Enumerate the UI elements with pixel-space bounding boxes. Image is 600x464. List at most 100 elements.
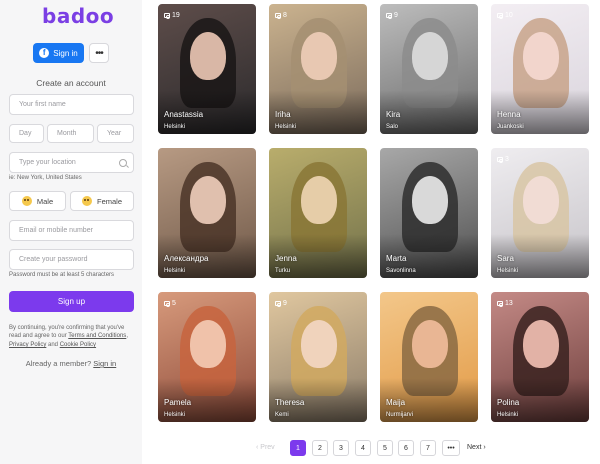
photo-count: 9 [275, 300, 287, 307]
photo-count-label: 9 [283, 300, 287, 307]
profile-city: Helsinki [164, 268, 186, 274]
password-hint: Password must be at least 5 characters [9, 272, 115, 278]
photo-count-label: 3 [505, 156, 509, 163]
profile-card[interactable]: Marta Savonlinna [380, 148, 478, 278]
email-field[interactable]: Email or mobile number [9, 220, 134, 241]
photo-count-label: 9 [394, 12, 398, 19]
photo-count: 19 [164, 12, 180, 19]
camera-icon [497, 157, 503, 163]
profile-city: Salo [386, 124, 399, 130]
pagination: ‹ Prev 1 2 3 4 5 6 7 ••• Next › [0, 440, 600, 456]
more-pages-button[interactable]: ••• [442, 440, 460, 456]
profile-name: Kira [386, 110, 401, 119]
profile-city: Helsinki [497, 412, 519, 418]
profile-name: Theresa [275, 398, 305, 407]
facebook-sign-in-label: Sign in [53, 48, 78, 58]
photo-count-label: 19 [172, 12, 180, 19]
legal-text: By continuing, you're confirming that yo… [9, 324, 137, 349]
profile-city: Turku [275, 268, 291, 274]
prev-label: Prev [260, 444, 275, 451]
location-hint: ie: New York, United States [9, 175, 82, 181]
signup-button[interactable]: Sign up [9, 291, 134, 312]
terms-link[interactable]: Terms and Conditions [68, 333, 126, 339]
profile-name: Pamela [164, 398, 192, 407]
profile-card[interactable]: Maija Nurmijarvi [380, 292, 478, 422]
camera-icon [497, 13, 503, 19]
profile-city: Savonlinna [386, 268, 416, 274]
page-button[interactable]: 5 [377, 440, 393, 456]
legal-separator: , [126, 333, 128, 340]
profile-card[interactable]: 3 Sara Helsinki [491, 148, 589, 278]
next-page-link[interactable]: Next › [467, 444, 486, 451]
camera-icon [275, 301, 281, 307]
page-button[interactable]: 1 [290, 440, 306, 456]
search-icon [119, 158, 127, 167]
female-label: Female [96, 196, 122, 206]
photo-count: 5 [164, 300, 176, 307]
signup-sidebar: badoo f Sign in ••• Create an account Yo… [0, 0, 142, 464]
page-button[interactable]: 2 [312, 440, 328, 456]
photo-count: 13 [497, 300, 513, 307]
camera-icon [164, 13, 170, 19]
facebook-icon: f [39, 48, 50, 58]
already-member-text: Already a member? Sign in [0, 359, 142, 368]
sign-in-link[interactable]: Sign in [93, 359, 116, 368]
profile-card[interactable]: 10 Henna Juankoski [491, 4, 589, 134]
page-button[interactable]: 7 [420, 440, 436, 456]
profile-name: Maija [386, 398, 406, 407]
profile-city: Helsinki [164, 412, 186, 418]
page-button[interactable]: 6 [398, 440, 414, 456]
profile-card[interactable]: 5 Pamela Helsinki [158, 292, 256, 422]
first-name-input[interactable]: Your first name [9, 94, 134, 115]
profile-name: Александра [164, 254, 209, 263]
photo-count-label: 10 [505, 12, 513, 19]
male-emoji-icon [21, 196, 32, 206]
profile-card[interactable]: Александра Helsinki [158, 148, 256, 278]
photo-count: 10 [497, 12, 513, 19]
profile-card[interactable]: Jenna Turku [269, 148, 367, 278]
photo-count-label: 5 [172, 300, 176, 307]
profile-name: Iriha [275, 110, 291, 119]
profile-name: Jenna [275, 254, 297, 263]
camera-icon [497, 301, 503, 307]
male-label: Male [36, 196, 54, 206]
profile-city: Juankoski [497, 124, 524, 130]
birth-year-input[interactable]: Year [97, 124, 134, 143]
next-label: Next [467, 444, 482, 451]
profile-card[interactable]: 8 Iriha Helsinki [269, 4, 367, 134]
photo-count: 9 [386, 12, 398, 19]
privacy-link[interactable]: Privacy Policy [9, 342, 46, 348]
page-button[interactable]: 3 [333, 440, 349, 456]
profile-city: Helsinki [497, 268, 519, 274]
legal-and: and [46, 341, 60, 348]
profile-name: Sara [497, 254, 514, 263]
more-options-button[interactable]: ••• [89, 43, 109, 63]
cookie-link[interactable]: Cookie Policy [60, 342, 96, 348]
location-input[interactable]: Type your location [9, 152, 134, 173]
member-prefix: Already a member? [25, 359, 94, 368]
profile-name: Henna [497, 110, 521, 119]
male-button[interactable]: Male [9, 191, 66, 211]
photo-count-label: 13 [505, 300, 513, 307]
profile-card[interactable]: 9 Kira Salo [380, 4, 478, 134]
password-field[interactable]: Create your password [9, 249, 134, 270]
birth-month-select[interactable]: Month [47, 124, 94, 143]
badoo-logo[interactable]: badoo [42, 4, 114, 28]
profile-card[interactable]: 13 Polina Helsinki [491, 292, 589, 422]
camera-icon [275, 13, 281, 19]
profile-name: Polina [497, 398, 520, 407]
create-account-heading: Create an account [36, 78, 106, 88]
profile-card[interactable]: 19 Anastassia Helsinki [158, 4, 256, 134]
facebook-sign-in-button[interactable]: f Sign in [33, 43, 84, 63]
female-button[interactable]: Female [70, 191, 134, 211]
photo-count: 3 [497, 156, 509, 163]
profile-city: Helsinki [164, 124, 186, 130]
prev-page-link[interactable]: ‹ Prev [256, 444, 275, 451]
photo-count: 8 [275, 12, 287, 19]
profile-city: Nurmijarvi [386, 412, 413, 418]
birth-day-input[interactable]: Day [9, 124, 44, 143]
photo-count-label: 8 [283, 12, 287, 19]
page-button[interactable]: 4 [355, 440, 371, 456]
profile-card[interactable]: 9 Theresa Kemi [269, 292, 367, 422]
camera-icon [164, 301, 170, 307]
